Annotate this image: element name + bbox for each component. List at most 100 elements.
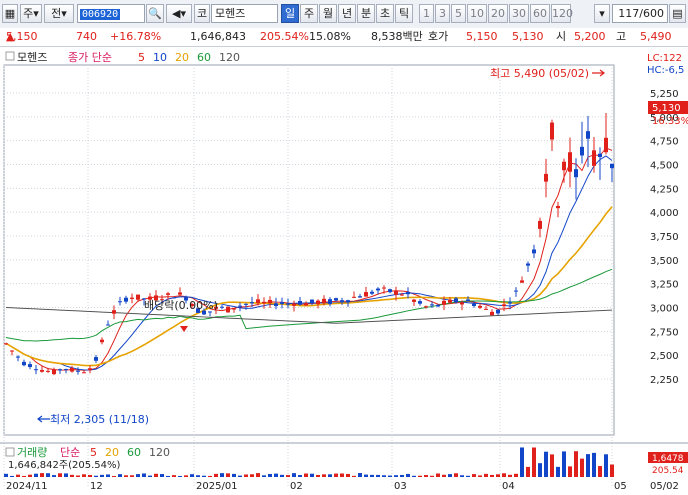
candle-body [76, 370, 80, 372]
volume-current: 1,646,842주(205.54%) [8, 460, 120, 471]
candle-body [88, 368, 92, 371]
volume-bar [352, 475, 356, 477]
candle-body [436, 304, 440, 307]
scroll-down-icon[interactable]: ▾ [594, 4, 610, 23]
interval-button-30[interactable]: 30 [509, 4, 529, 23]
interval-button-20[interactable]: 20 [488, 4, 508, 23]
candle-body [82, 372, 86, 374]
candle-body [604, 137, 608, 153]
volume-bar [598, 466, 602, 477]
volume-bar [256, 473, 260, 477]
open-price: 5,200 [574, 30, 606, 43]
interval-button-120[interactable]: 120 [551, 4, 573, 23]
volume-bar [142, 473, 146, 477]
period-button-6[interactable]: 틱 [395, 4, 413, 23]
trade-value: 8,538백만 [371, 30, 423, 43]
page-count-field[interactable]: 117/600 [612, 4, 668, 23]
volume-bar [436, 473, 440, 477]
volume-bar [346, 473, 350, 477]
candle-body [34, 369, 38, 371]
volume-bar [568, 466, 572, 477]
candle-body [556, 205, 560, 209]
candle-body [226, 306, 230, 313]
legend-ma-5: 5 [138, 51, 145, 64]
volume-bar [556, 466, 560, 477]
volume-bar [364, 474, 368, 477]
stock-name-field[interactable]: 모헨즈 [211, 4, 278, 23]
period-button-2[interactable]: 월 [319, 4, 337, 23]
period-button-4[interactable]: 분 [357, 4, 375, 23]
volume-bar [496, 474, 500, 477]
candle-body [316, 300, 320, 305]
y-tick-label: 2,250 [650, 375, 679, 386]
interval-button-5[interactable]: 5 [451, 4, 466, 23]
volume-bar [70, 474, 74, 477]
volume-bar [322, 474, 326, 477]
candle-body [334, 298, 338, 301]
interval-button-60[interactable]: 60 [530, 4, 550, 23]
volume-value: 1,646,843 [190, 30, 246, 43]
volume-bar [490, 474, 494, 477]
volume-bar [196, 475, 200, 477]
up-arrow-icon: ▲ [6, 30, 15, 43]
volume-bar [406, 473, 410, 477]
grid-icon[interactable]: ▤ [669, 4, 686, 23]
jeon-select[interactable]: 전▾ [44, 4, 74, 23]
chart-area[interactable]: 모헨즈 종가 단순 5 10 20 60 120 LC:122 HC:-6,5 5,25… [0, 47, 688, 492]
candle-body [562, 161, 566, 171]
candle-body [124, 297, 128, 302]
volume-bar [154, 473, 158, 477]
period-button-1[interactable]: 주 [300, 4, 318, 23]
volume-bar [508, 474, 512, 477]
period-button-3[interactable]: 년 [338, 4, 356, 23]
volume-bar [286, 475, 290, 477]
search-icon[interactable]: 🔍 [146, 4, 164, 23]
period-button-5[interactable]: 초 [376, 4, 394, 23]
interval-button-10[interactable]: 10 [467, 4, 487, 23]
volume-bar [244, 474, 248, 477]
volume-legend-ma-20: 20 [105, 446, 119, 459]
candle-body [298, 301, 302, 305]
volume-bar [298, 475, 302, 477]
candle-body [100, 339, 104, 343]
candle-body [370, 291, 374, 294]
volume-bar [280, 474, 284, 477]
candle-body [424, 306, 428, 308]
candlestick-chart[interactable]: 모헨즈 종가 단순 5 10 20 60 120 LC:122 HC:-6,5 5,25… [0, 47, 688, 492]
volume-bar [4, 473, 8, 477]
volume-bar [10, 475, 14, 477]
candle-body [550, 122, 554, 140]
interval-button-3[interactable]: 3 [435, 4, 450, 23]
candle-body [568, 152, 572, 172]
menu-icon[interactable]: ▦ [2, 4, 18, 23]
volume-bar [226, 473, 230, 477]
candle-body [340, 300, 344, 302]
candle-body [28, 364, 32, 368]
interval-button-1[interactable]: 1 [419, 4, 434, 23]
volume-bar [478, 475, 482, 477]
candle-body [106, 324, 110, 326]
volume-bar [238, 475, 242, 477]
volume-bar [412, 475, 416, 477]
volume-bar [538, 463, 542, 477]
bid-price: 5,130 [512, 30, 544, 43]
candle-body [304, 303, 308, 306]
volume-bar [76, 475, 80, 477]
volume-bar [214, 473, 218, 477]
volume-bar [460, 475, 464, 477]
candle-body [268, 299, 272, 304]
candle-body [442, 300, 446, 305]
stock-code-input[interactable]: 006920 [77, 4, 145, 23]
market-select[interactable]: 주▾ [20, 4, 42, 23]
volume-bar [604, 454, 608, 477]
y-tick-label: 5,250 [650, 89, 679, 100]
volume-bar [262, 475, 266, 477]
speaker-icon[interactable]: ◀▾ [166, 4, 192, 23]
candle-body [232, 308, 236, 310]
volume-bar [400, 474, 404, 477]
candle-body [256, 299, 260, 304]
period-button-0[interactable]: 일 [281, 4, 299, 23]
legend-ma-120: 120 [219, 51, 240, 64]
kor-button[interactable]: 코 [194, 4, 210, 23]
volume-bar [610, 464, 614, 477]
